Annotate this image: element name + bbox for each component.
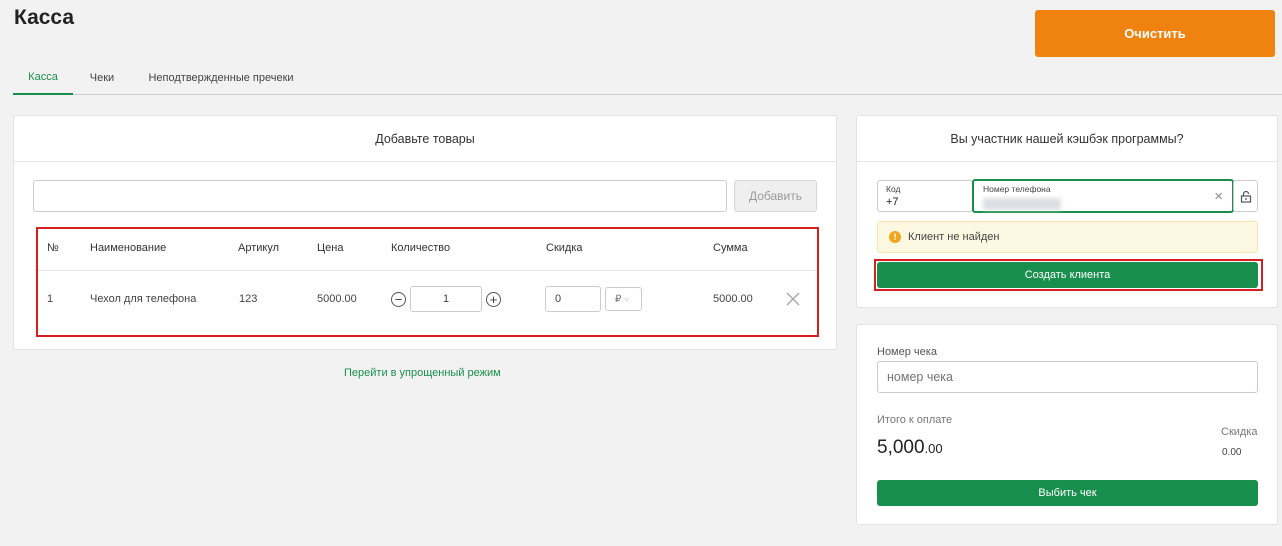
redacted-phone-value bbox=[983, 198, 1061, 210]
notice-text: Клиент не найден bbox=[908, 231, 1000, 243]
row-article: 123 bbox=[239, 293, 258, 305]
print-receipt-button[interactable]: Выбить чек bbox=[877, 480, 1258, 506]
increase-quantity-icon[interactable]: + bbox=[486, 292, 501, 307]
receipt-number-input[interactable] bbox=[877, 361, 1258, 393]
cashback-heading: Вы участник нашей кэшбэк программы? bbox=[857, 116, 1277, 162]
tab-kassa[interactable]: Касса bbox=[13, 60, 73, 95]
row-price: 5000.00 bbox=[317, 293, 357, 305]
total-amount: 5,000.00 bbox=[877, 437, 943, 459]
clear-phone-icon[interactable]: × bbox=[1214, 189, 1223, 204]
discount-value: 0.00 bbox=[1222, 447, 1242, 458]
total-cents: .00 bbox=[924, 441, 943, 456]
row-sum: 5000.00 bbox=[713, 293, 753, 305]
create-client-button[interactable]: Создать клиента bbox=[877, 262, 1258, 288]
currency-value: ₽ bbox=[615, 293, 622, 305]
currency-select[interactable]: ₽ ⌵ bbox=[605, 287, 642, 311]
quantity-input[interactable]: 1 bbox=[410, 286, 482, 312]
warning-icon: ! bbox=[889, 231, 901, 243]
page-title: Касса bbox=[14, 6, 75, 29]
tab-bar: Касса Чеки Неподтвержденные пречеки bbox=[13, 60, 1282, 95]
tab-receipts[interactable]: Чеки bbox=[81, 60, 123, 95]
column-header-number: № bbox=[47, 242, 59, 254]
products-heading: Добавьте товары bbox=[14, 116, 836, 162]
discount-label: Скидка bbox=[1221, 426, 1258, 438]
table-header-divider bbox=[38, 270, 817, 271]
code-value: +7 bbox=[886, 196, 899, 208]
row-name: Чехол для телефона bbox=[90, 293, 197, 305]
tab-unconfirmed-prechecks[interactable]: Неподтвержденные пречеки bbox=[139, 60, 303, 95]
total-main: 5,000 bbox=[877, 437, 925, 458]
column-header-name: Наименование bbox=[90, 242, 167, 254]
unlock-icon bbox=[1240, 190, 1251, 203]
decrease-quantity-icon[interactable]: − bbox=[391, 292, 406, 307]
column-header-discount: Скидка bbox=[546, 242, 583, 254]
column-header-quantity: Количество bbox=[391, 242, 451, 254]
code-label: Код bbox=[886, 184, 901, 194]
discount-input[interactable]: 0 bbox=[545, 286, 601, 312]
remove-item-icon[interactable] bbox=[785, 291, 801, 307]
row-number: 1 bbox=[47, 293, 54, 305]
total-label: Итого к оплате bbox=[877, 414, 953, 426]
column-header-article: Артикул bbox=[238, 242, 280, 254]
simple-mode-link[interactable]: Перейти в упрощенный режим bbox=[344, 367, 501, 379]
column-header-price: Цена bbox=[317, 242, 344, 254]
product-search-input[interactable] bbox=[33, 180, 727, 212]
chevron-down-icon: ⌵ bbox=[623, 294, 630, 303]
lock-button[interactable] bbox=[1233, 180, 1258, 212]
client-not-found-alert: ! Клиент не найден bbox=[877, 221, 1258, 253]
column-header-sum: Сумма bbox=[713, 242, 748, 254]
country-code-field[interactable]: Код +7 bbox=[877, 180, 973, 212]
phone-number-field[interactable]: Номер телефона × bbox=[972, 179, 1234, 213]
clear-button[interactable]: Очистить bbox=[1035, 10, 1275, 57]
receipt-number-label: Номер чека bbox=[877, 346, 937, 358]
phone-label: Номер телефона bbox=[983, 184, 1051, 194]
add-product-button[interactable]: Добавить bbox=[734, 180, 817, 212]
